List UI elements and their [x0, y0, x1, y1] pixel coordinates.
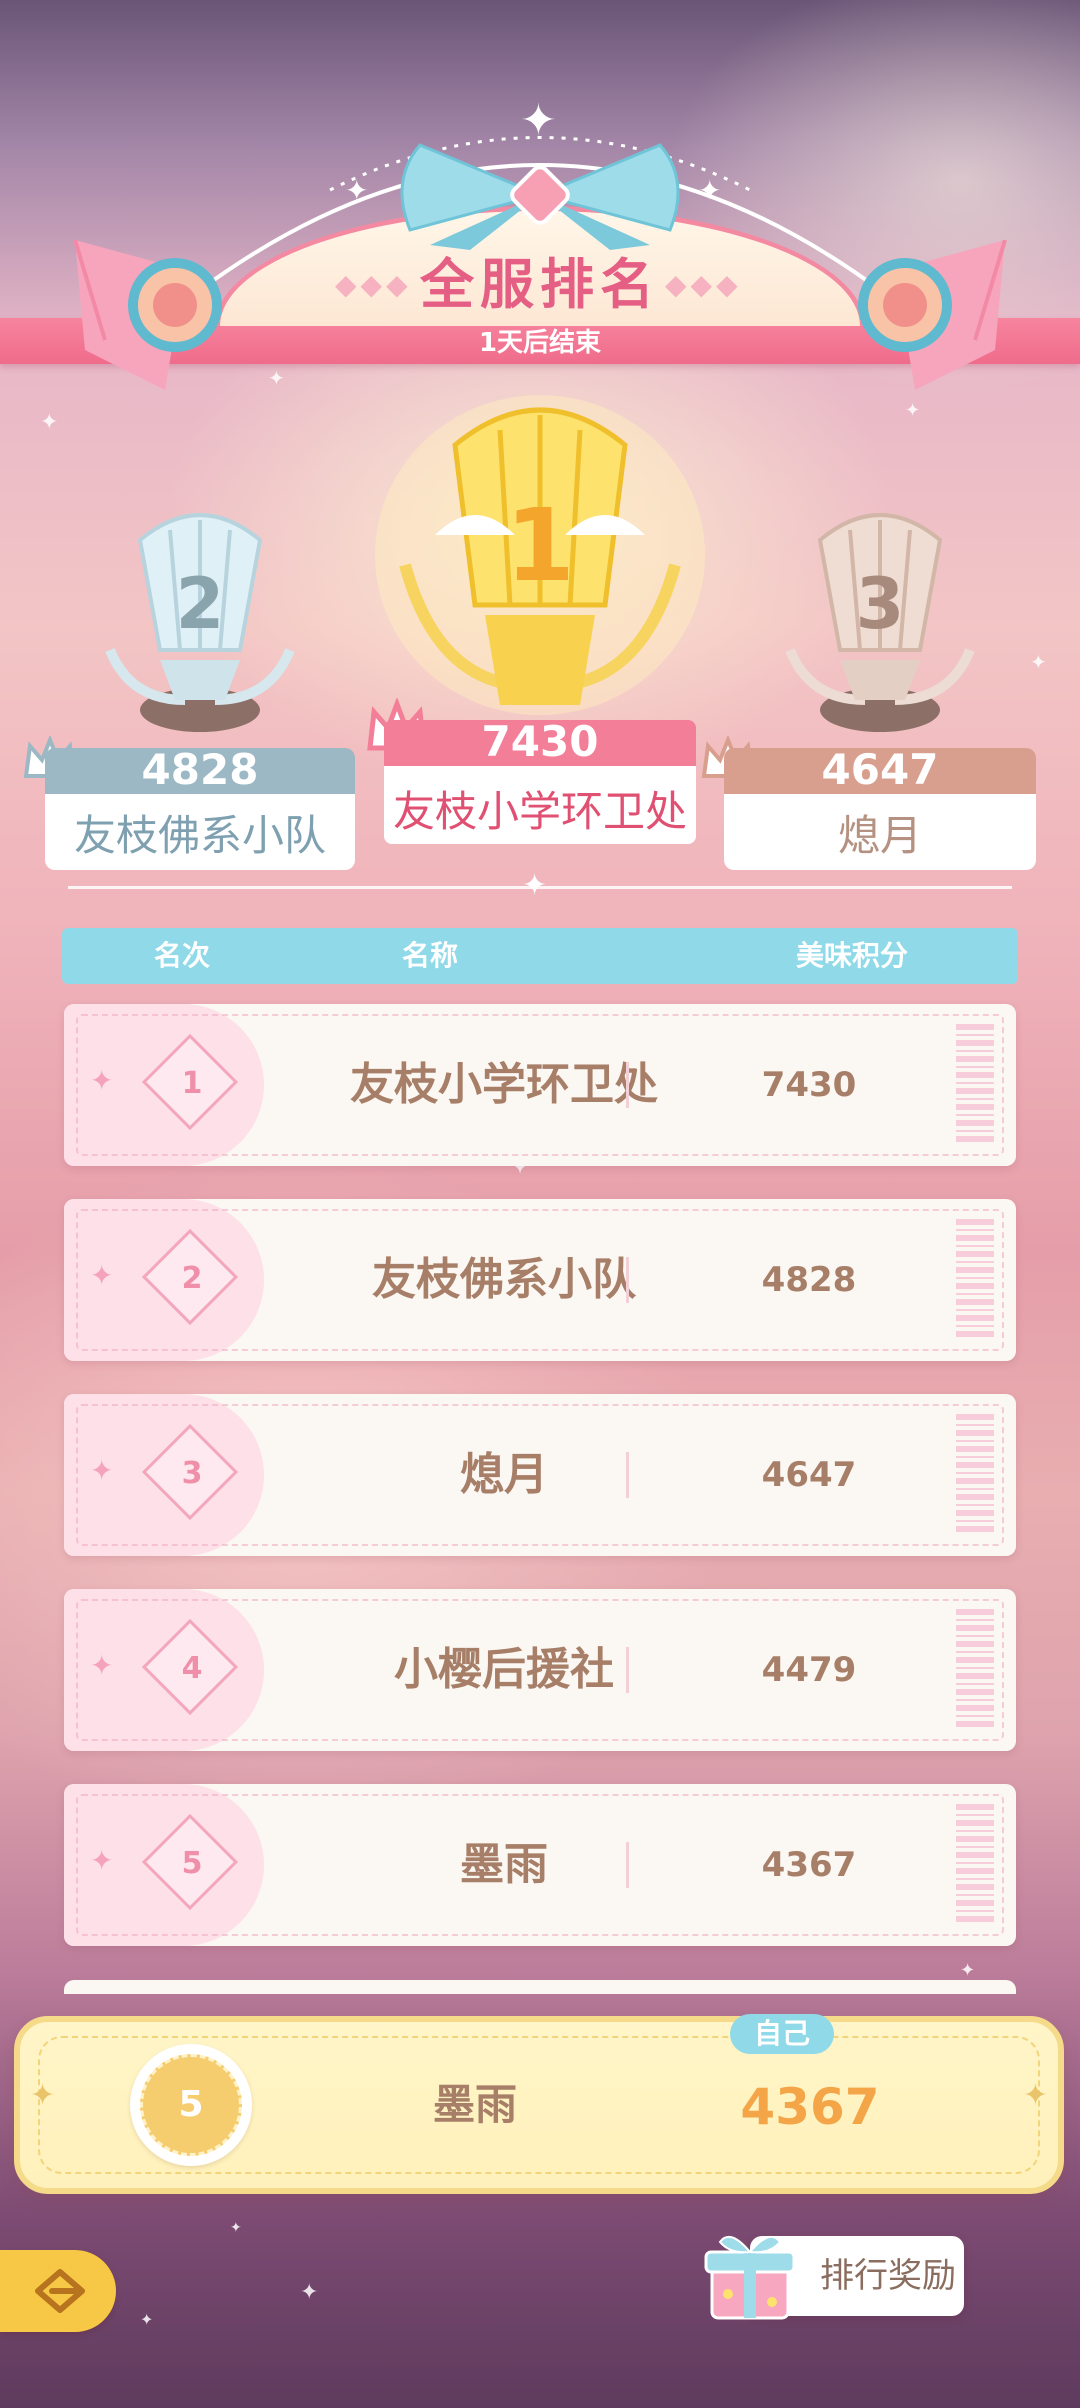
sparkle-icon: ✦	[30, 2078, 56, 2113]
podium-second-score: 4828	[141, 745, 259, 794]
table-row[interactable]: ✦ 4 小樱后援社 4479	[64, 1589, 1016, 1751]
row-rank: 5	[181, 1846, 203, 1881]
podium-second-place[interactable]: 4828 友枝佛系小队	[45, 745, 355, 870]
bronze-trophy-icon: 3	[785, 513, 975, 732]
my-rank-number: 5	[140, 2054, 242, 2156]
countdown-text: 1天后结束	[478, 328, 602, 358]
row-score: 4647	[761, 1455, 857, 1495]
row-rank: 4	[181, 1651, 203, 1686]
ticket-stub-decoration	[956, 1219, 994, 1341]
ranking-reward-label: 排行奖励	[820, 2256, 956, 2296]
row-rank: 1	[181, 1066, 203, 1101]
star-icon: ✦	[90, 1064, 114, 1097]
my-team-name: 墨雨	[432, 2080, 517, 2129]
my-rank-badge: 5	[130, 2044, 252, 2166]
svg-text:✦: ✦	[698, 174, 721, 207]
podium-third-score: 4647	[821, 745, 939, 794]
podium-first-place[interactable]: 7430 友枝小学环卫处	[384, 717, 696, 844]
podium-third-place[interactable]: 4647 熄月	[724, 745, 1036, 870]
table-row[interactable]: ✦ 1 友枝小学环卫处 7430	[64, 1004, 1016, 1166]
silver-trophy-icon: 2	[105, 513, 295, 732]
ticket-stub-decoration	[956, 1804, 994, 1926]
podium-second-name: 友枝佛系小队	[73, 811, 326, 860]
star-icon: ✦	[522, 868, 548, 903]
row-score: 7430	[761, 1065, 857, 1105]
star-icon: ✦	[90, 1259, 114, 1292]
svg-text:1: 1	[505, 487, 575, 604]
my-rank-panel[interactable]: ✦ ✦ 5 墨雨 4367	[14, 2016, 1064, 2194]
self-tag-badge: 自己	[730, 2014, 834, 2054]
column-header-rank: 名次	[153, 939, 210, 972]
svg-text:2: 2	[176, 563, 225, 645]
bow-icon	[400, 143, 680, 250]
back-button[interactable]	[0, 2250, 116, 2332]
sparkle-icon: ✦	[1022, 2078, 1048, 2113]
row-score: 4479	[761, 1650, 857, 1690]
table-row[interactable]: ✦ 2 友枝佛系小队 4828	[64, 1199, 1016, 1361]
page-title: 全服排名	[420, 253, 660, 316]
svg-text:✦: ✦	[345, 174, 368, 207]
gift-icon	[704, 2235, 796, 2320]
row-name: 友枝佛系小队	[372, 1254, 636, 1305]
star-icon: ✦	[90, 1454, 114, 1487]
row-score: 4828	[761, 1260, 857, 1300]
ticket-stub-decoration	[956, 1414, 994, 1536]
ranking-table-header: 名次 名称 美味积分	[62, 928, 1018, 984]
column-header-name: 名称	[402, 939, 459, 972]
row-name: 熄月	[460, 1449, 548, 1500]
podium-first-score: 7430	[481, 717, 599, 766]
table-row-partial	[64, 1980, 1016, 1994]
row-name: 墨雨	[460, 1839, 548, 1890]
table-row[interactable]: ✦ 3 熄月 4647	[64, 1394, 1016, 1556]
row-name: 友枝小学环卫处	[350, 1059, 658, 1110]
column-header-score: 美味积分	[795, 939, 908, 972]
table-row[interactable]: ✦ 5 墨雨 4367	[64, 1784, 1016, 1946]
star-icon: ✦	[90, 1844, 114, 1877]
row-rank: 3	[181, 1456, 203, 1491]
back-arrow-icon	[35, 2269, 85, 2313]
row-rank: 2	[181, 1261, 203, 1296]
svg-text:3: 3	[856, 563, 905, 645]
podium-third-name: 熄月	[837, 811, 922, 860]
star-icon: ✦	[90, 1649, 114, 1682]
ticket-stub-decoration	[956, 1609, 994, 1731]
ticket-stub-decoration	[956, 1024, 994, 1146]
podium-first-name: 友枝小学环卫处	[392, 787, 687, 836]
row-score: 4367	[761, 1845, 857, 1885]
gold-trophy-icon: 1	[375, 395, 705, 715]
row-name: 小樱后援社	[394, 1644, 614, 1695]
